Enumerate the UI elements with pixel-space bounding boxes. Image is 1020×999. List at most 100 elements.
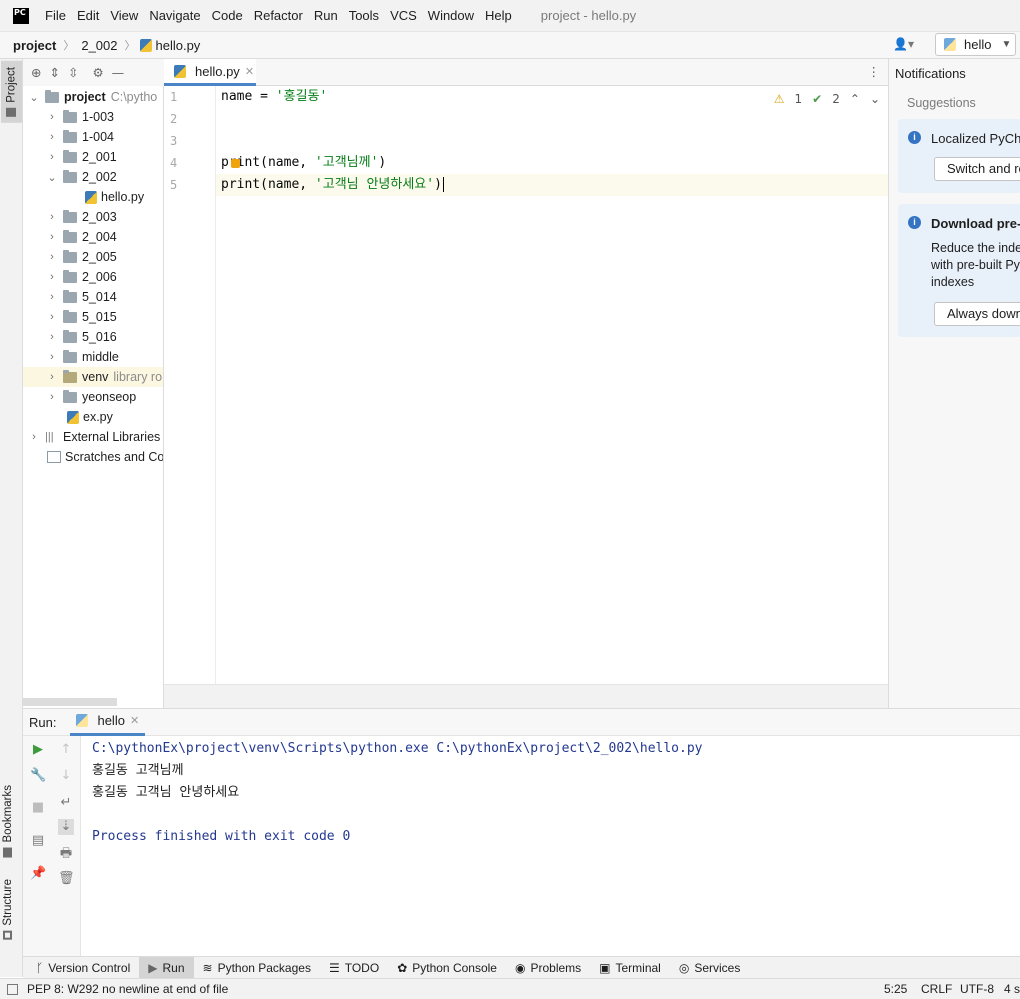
always-download-button[interactable]: Always downl [934,302,1020,326]
close-icon[interactable]: ✕ [130,714,139,727]
line-number: 4 [170,156,178,170]
run-header: Run: hello ✕ [23,708,1020,736]
menu-help[interactable]: Help [485,8,512,23]
more-icon[interactable]: ⋮ [868,64,881,79]
tool-terminal[interactable]: ▣ Terminal [590,957,670,979]
tree-item[interactable]: › 2_006 [47,267,117,287]
breadcrumb-file[interactable]: hello.py [156,38,201,53]
tree-item[interactable]: › 5_014 [47,287,117,307]
window-icon[interactable] [7,983,18,995]
close-icon[interactable]: ✕ [245,65,254,78]
tree-item[interactable]: › 5_016 [47,327,117,347]
menu-refactor[interactable]: Refactor [254,8,303,23]
tool-run[interactable]: ▶ Run [139,956,194,979]
layout-icon[interactable]: ▤ [30,833,46,849]
python-icon [76,714,89,727]
tab-run-hello[interactable]: hello ✕ [70,709,146,736]
tree-item[interactable]: › 5_015 [47,307,117,327]
switch-button[interactable]: Switch and re [934,157,1020,181]
line-number: 1 [170,90,178,104]
chevron-down-icon[interactable]: ⌄ [870,92,880,106]
editor-scrollbar[interactable] [164,684,888,708]
menu-vcs[interactable]: VCS [390,8,417,23]
code-editor[interactable]: 1 2 3 4 5 name = '홍길동' print(name, '고객님께… [164,86,888,684]
python-file-icon [67,410,79,424]
project-toolbar: ⊕ ⇕ ⇳ ⚙ — [23,59,164,86]
scroll-to-end-icon[interactable]: ⇣ [58,819,74,835]
tool-version-control[interactable]: ᚴ Version Control [27,957,139,979]
inspection-widget[interactable]: ⚠ 1 ✔ 2 ⌃ ⌄ [774,92,880,106]
menu-tools[interactable]: Tools [349,8,379,23]
file-encoding[interactable]: UTF-8 [960,982,994,996]
menu-view[interactable]: View [110,8,138,23]
line-separator[interactable]: CRLF [921,982,952,996]
hide-icon[interactable]: — [112,65,125,80]
menu-run[interactable]: Run [314,8,338,23]
tab-structure[interactable]: Structure [2,879,14,940]
python-file-icon [85,190,97,204]
tree-item[interactable]: › yeonseop [47,387,136,407]
locate-icon[interactable]: ⊕ [31,65,41,80]
tree-item[interactable]: hello.py [85,187,144,207]
tab-hello-py[interactable]: hello.py ✕ [164,59,256,86]
run-console[interactable]: C:\pythonEx\project\venv\Scripts\python.… [81,736,1020,956]
folder-icon [63,209,77,223]
gear-icon[interactable]: ⚙ [92,65,103,80]
breadcrumb: project 〉 2_002 〉 hello.py [0,32,1020,59]
pin-icon[interactable]: 📌 [30,866,46,882]
tree-item[interactable]: › 2_005 [47,247,117,267]
user-icon[interactable]: 👤▾ [893,37,919,53]
tree-item[interactable]: › 2_004 [47,227,117,247]
caret-position[interactable]: 5:25 [884,982,907,996]
tree-item[interactable]: › venv library ro [23,367,163,387]
collapse-all-icon[interactable]: ⇳ [68,65,78,80]
menu-navigate[interactable]: Navigate [149,8,200,23]
tree-item[interactable]: ⌄ 2_002 [47,167,117,187]
indent-setting[interactable]: 4 s [1004,982,1020,996]
menu-code[interactable]: Code [212,8,243,23]
tree-item[interactable]: › 1-003 [47,107,114,127]
soft-wrap-icon[interactable]: ↵ [58,795,74,811]
breadcrumb-project[interactable]: project [13,38,56,53]
tool-python-packages[interactable]: ≋ Python Packages [194,957,320,979]
tab-project[interactable]: Project [1,61,22,123]
rerun-icon[interactable]: ▶ [30,742,46,758]
expand-all-icon[interactable]: ⇕ [49,65,59,80]
horizontal-scrollbar[interactable] [23,698,117,706]
tree-item-label: ex.py [83,410,113,424]
tree-item[interactable]: › middle [47,347,119,367]
tab-bookmarks[interactable]: Bookmarks [2,785,14,858]
tree-item[interactable]: › 1-004 [47,127,114,147]
run-config-select[interactable]: hello ▼ [935,33,1016,56]
tree-root[interactable]: ⌄ project C:\pytho [29,87,157,107]
tree-item[interactable]: › ||| External Libraries [29,427,160,447]
wrench-icon[interactable]: 🔧 [30,768,46,784]
chevron-up-icon[interactable]: ⌃ [850,92,860,106]
tree-item[interactable]: › 2_003 [47,207,117,227]
lightbulb-icon[interactable] [231,159,240,168]
menu-window[interactable]: Window [428,8,474,23]
stop-icon[interactable]: ■ [30,800,46,816]
folder-icon [63,369,77,383]
folder-icon [6,107,17,117]
notification-card: i Download pre-b Reduce the index with p… [898,204,1020,337]
tool-services[interactable]: ◎ Services [670,957,750,979]
arrow-down-icon[interactable]: ↓ [58,768,74,784]
breadcrumb-folder[interactable]: 2_002 [81,38,117,53]
tree-item[interactable]: Scratches and Cor [47,447,163,467]
tool-problems[interactable]: ◉ Problems [506,957,590,979]
notification-title: Download pre-b [931,216,1020,231]
trash-icon[interactable]: 🗑 [58,871,75,887]
folder-icon [63,169,77,183]
print-icon[interactable]: 🖶 [58,846,74,862]
tree-item[interactable]: ex.py [67,407,113,427]
tree-item[interactable]: › 2_001 [47,147,117,167]
folder-icon [63,229,77,243]
play-icon: ▶ [148,960,158,975]
arrow-up-icon[interactable]: ↑ [58,742,74,758]
menu-file[interactable]: File [45,8,66,23]
tool-python-console[interactable]: ✿ Python Console [388,957,506,979]
menu-edit[interactable]: Edit [77,8,99,23]
tool-todo[interactable]: ☰ TODO [320,957,388,979]
tree-item-note: library ro [113,370,163,384]
